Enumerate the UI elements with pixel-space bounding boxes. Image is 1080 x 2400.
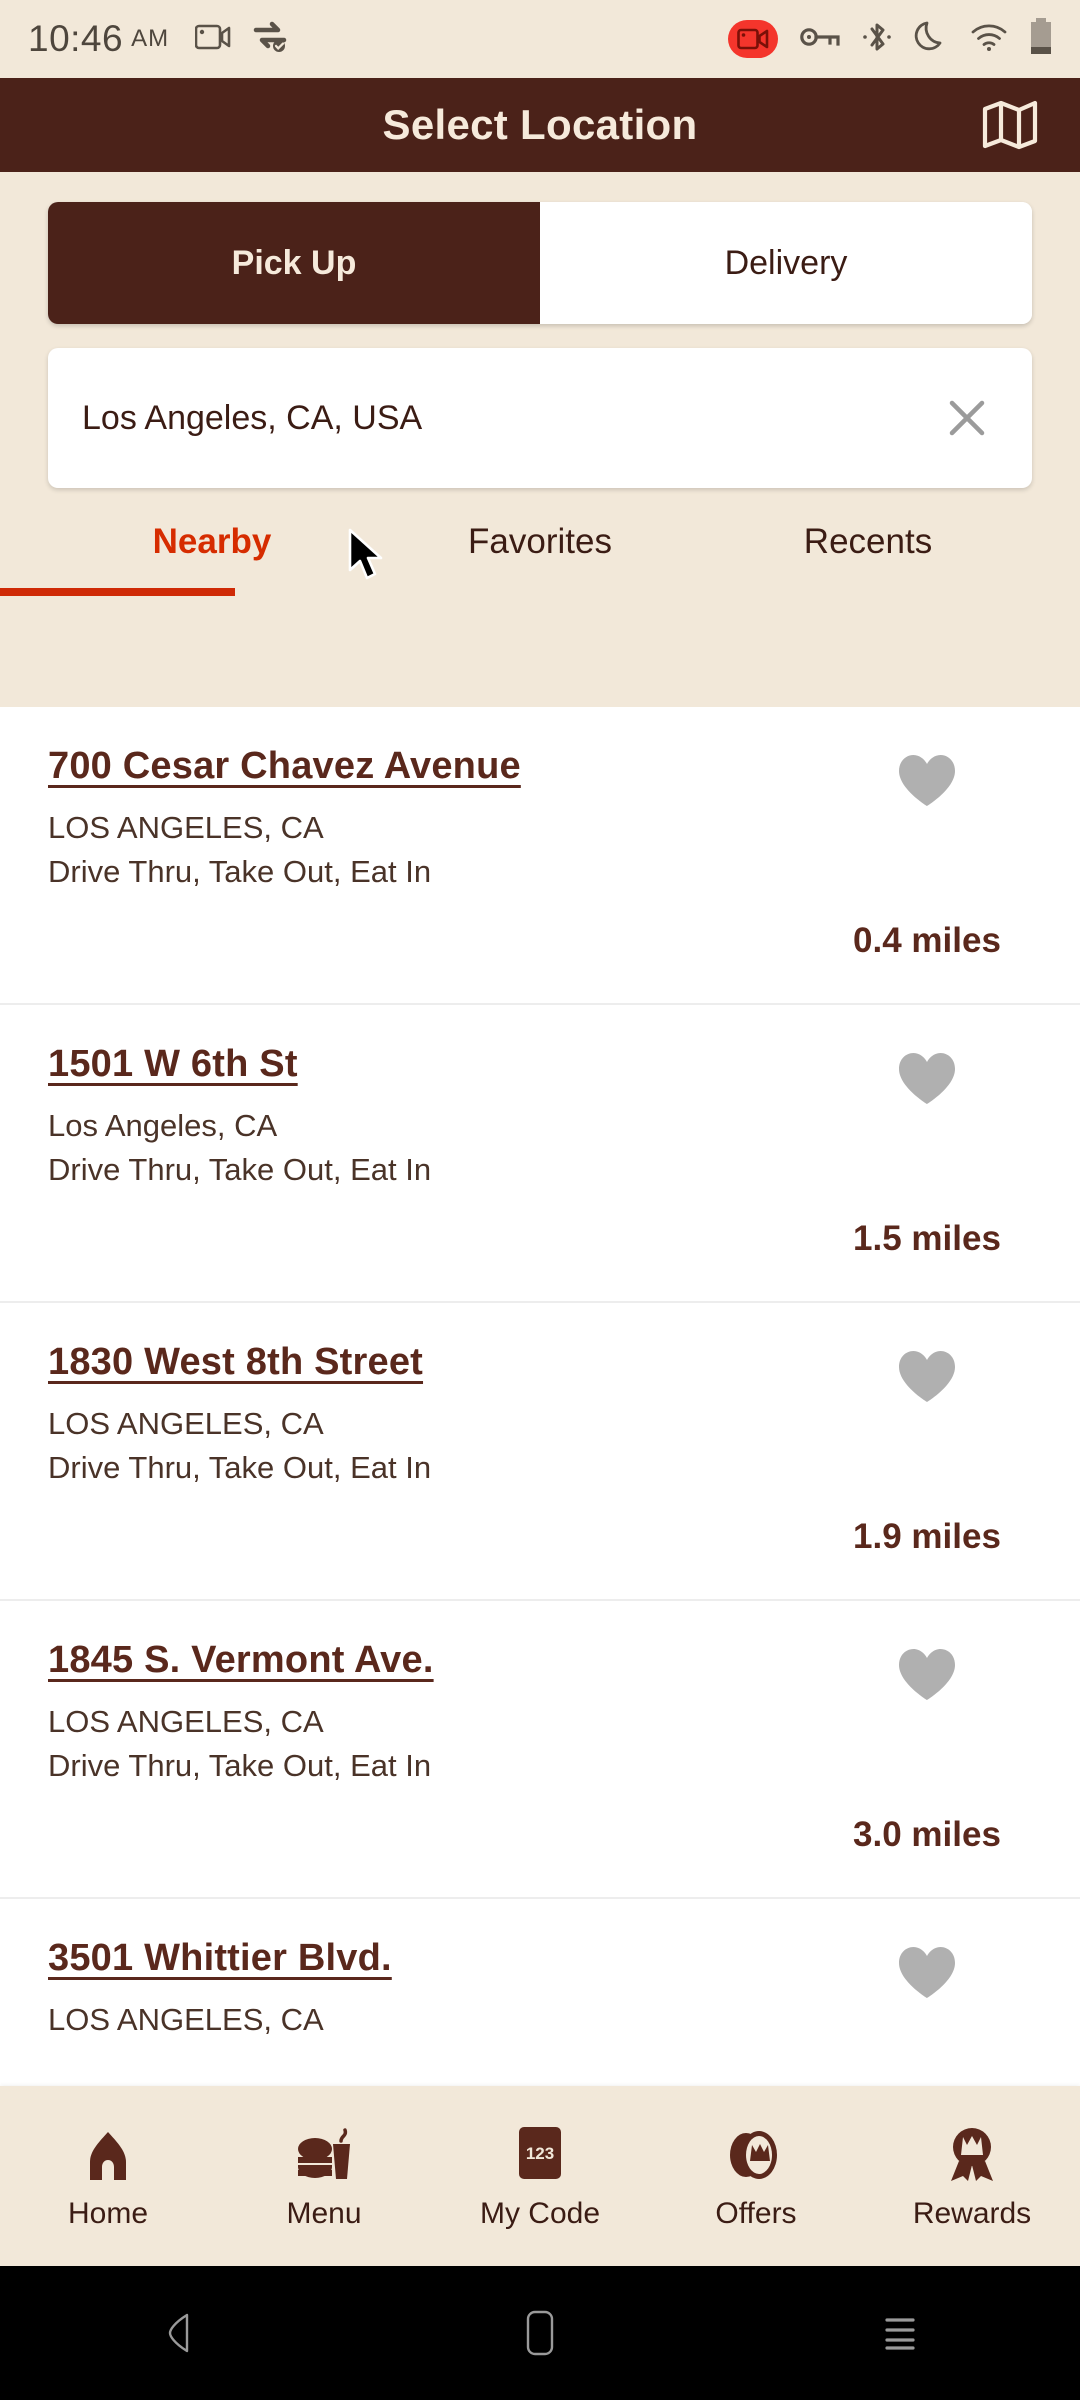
my-code-icon: 123 [516,2121,564,2183]
favorite-heart-icon[interactable] [896,1647,958,1708]
location-tabs: Nearby Favorites Recents [0,522,1032,596]
location-distance: 1.9 miles [853,1517,1001,1556]
back-button[interactable] [0,2310,360,2356]
favorite-heart-icon[interactable] [896,753,958,814]
home-button[interactable] [360,2307,720,2359]
location-distance: 1.5 miles [853,1219,1001,1258]
location-address[interactable]: 3501 Whittier Blvd. [48,1937,392,1980]
nav-label-menu: Menu [286,2197,362,2230]
do-not-disturb-icon [914,19,948,60]
tab-favorites[interactable]: Favorites [376,522,704,596]
nav-item-offers[interactable]: Offers [648,2121,864,2231]
location-distance: 0.4 miles [853,921,1001,960]
home-icon [81,2121,135,2183]
battery-icon [1030,17,1052,61]
location-services: Drive Thru, Take Out, Eat In [48,854,432,889]
status-bar: 10:46 AM [0,0,1080,78]
bottom-navigation: Home Menu 123 My Code Offers Rewards [0,2086,1080,2266]
table-row[interactable]: 1845 S. Vermont Ave. LOS ANGELES, CA Dri… [0,1601,1080,1899]
app-header: Select Location [0,78,1080,172]
location-address[interactable]: 700 Cesar Chavez Avenue [48,745,521,788]
tab-nearby[interactable]: Nearby [48,522,376,596]
rewards-icon [943,2121,1001,2183]
nav-item-menu[interactable]: Menu [216,2121,432,2231]
favorite-heart-icon[interactable] [896,1051,958,1112]
search-panel: Pick Up Delivery Los Angeles, CA, USA Ne… [0,172,1080,596]
offers-icon [725,2121,787,2183]
nav-label-offers: Offers [715,2197,797,2230]
location-services: Drive Thru, Take Out, Eat In [48,1152,432,1187]
order-mode-segment: Pick Up Delivery [48,202,1032,324]
svg-text:123: 123 [526,2144,554,2163]
table-row[interactable]: 3501 Whittier Blvd. LOS ANGELES, CA [0,1899,1080,2086]
nav-label-my-code: My Code [479,2197,601,2230]
recording-active-icon [728,20,778,58]
segment-pickup[interactable]: Pick Up [48,202,540,324]
location-address[interactable]: 1501 W 6th St [48,1043,298,1086]
map-icon[interactable] [980,95,1040,155]
location-city: LOS ANGELES, CA [48,810,324,845]
nav-label-rewards: Rewards [912,2197,1032,2230]
location-address[interactable]: 1845 S. Vermont Ave. [48,1639,434,1682]
favorite-heart-icon[interactable] [896,1349,958,1410]
location-services: Drive Thru, Take Out, Eat In [48,1748,432,1783]
table-row[interactable]: 1501 W 6th St Los Angeles, CA Drive Thru… [0,1005,1080,1303]
page-title: Select Location [382,101,698,148]
location-city: LOS ANGELES, CA [48,1704,324,1739]
location-services: Drive Thru, Take Out, Eat In [48,1450,432,1485]
system-navigation-bar [0,2266,1080,2400]
table-row[interactable]: 700 Cesar Chavez Avenue LOS ANGELES, CA … [0,707,1080,1005]
segment-delivery[interactable]: Delivery [540,202,1032,324]
favorite-heart-icon[interactable] [896,1945,958,2006]
location-list[interactable]: 700 Cesar Chavez Avenue LOS ANGELES, CA … [0,707,1080,2086]
status-ampm: AM [131,25,170,52]
bluetooth-icon [862,20,892,59]
tab-recents[interactable]: Recents [704,522,1032,596]
nav-item-my-code[interactable]: 123 My Code [432,2121,648,2231]
screen-record-icon [194,22,231,57]
location-address[interactable]: 1830 West 8th Street [48,1341,423,1384]
food-drink-icon [295,2121,353,2183]
nav-item-rewards[interactable]: Rewards [864,2121,1080,2231]
location-city: LOS ANGELES, CA [48,1406,324,1441]
nav-item-home[interactable]: Home [0,2121,216,2231]
nav-label-home: Home [67,2197,149,2230]
vpn-key-icon [800,24,840,55]
data-sync-icon [253,21,287,58]
recents-button[interactable] [720,2310,1080,2356]
wifi-icon [970,22,1008,57]
active-tab-indicator [0,588,235,596]
status-time: 10:46 [28,18,124,59]
location-city: LOS ANGELES, CA [48,2002,324,2037]
location-city: Los Angeles, CA [48,1108,278,1143]
table-row[interactable]: 1830 West 8th Street LOS ANGELES, CA Dri… [0,1303,1080,1601]
location-search-box[interactable]: Los Angeles, CA, USA [48,348,1032,488]
location-distance: 3.0 miles [853,1815,1001,1854]
search-input[interactable]: Los Angeles, CA, USA [82,399,936,438]
close-icon[interactable] [936,387,998,449]
